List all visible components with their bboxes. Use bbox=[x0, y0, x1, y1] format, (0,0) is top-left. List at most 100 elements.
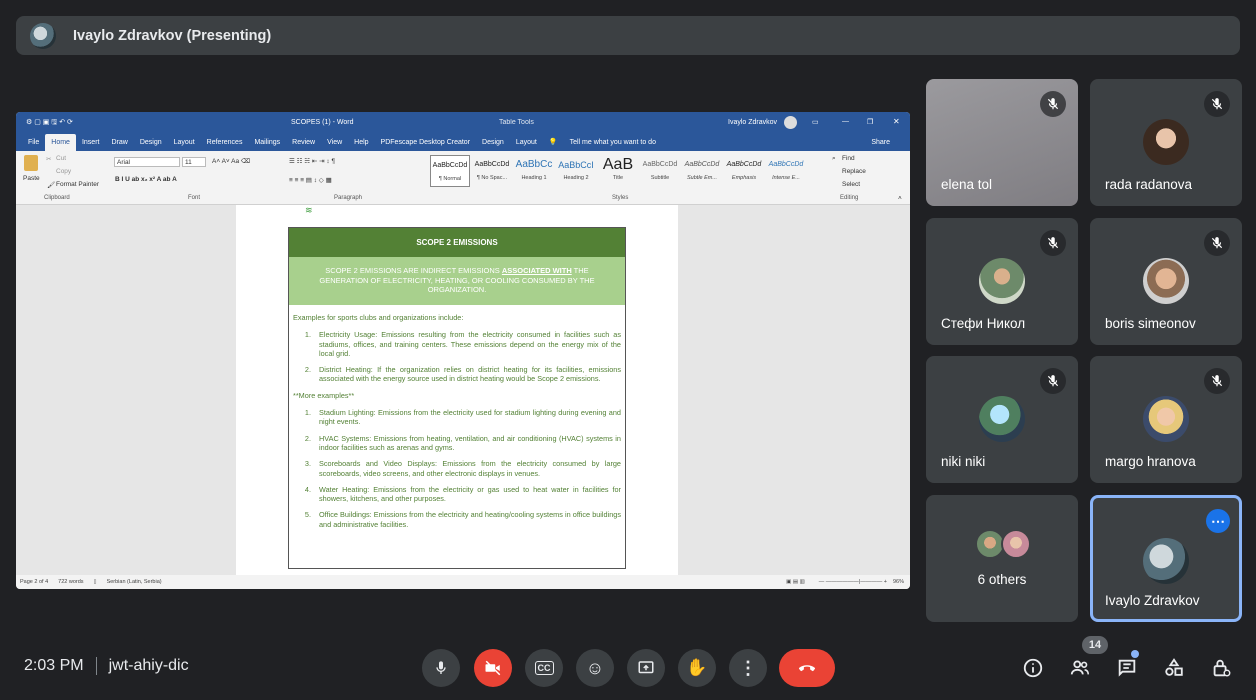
font-name-select[interactable]: Arial bbox=[114, 157, 180, 167]
scope2-table[interactable]: SCOPE 2 EMISSIONS SCOPE 2 EMISSIONS ARE … bbox=[288, 227, 626, 569]
font-size-select[interactable]: 11 bbox=[182, 157, 206, 167]
leave-call-button[interactable] bbox=[779, 649, 835, 687]
paragraph-group-label: Paragraph bbox=[334, 195, 363, 201]
meeting-time: 2:03 PM bbox=[24, 657, 84, 674]
style-heading-2[interactable]: AaBbCcI Heading 2 bbox=[556, 155, 596, 187]
status-zoom[interactable]: 96% bbox=[893, 579, 904, 585]
style-emphasis[interactable]: AaBbCcDd Emphasis bbox=[724, 155, 764, 187]
tab-file[interactable]: File bbox=[22, 134, 45, 151]
document-area: ≋ SCOPE 2 EMISSIONS SCOPE 2 EMISSIONS AR… bbox=[16, 205, 910, 575]
participant-tile[interactable]: rada radanova bbox=[1090, 79, 1242, 206]
ribbon-display-icon[interactable]: ▭ bbox=[812, 118, 819, 126]
status-page[interactable]: Page 2 of 4 bbox=[20, 579, 48, 585]
self-tile[interactable]: ⋯ Ivaylo Zdravkov bbox=[1090, 495, 1242, 622]
people-icon bbox=[1070, 660, 1090, 675]
list-icons[interactable]: ☰ ☷ ☵ ⇤ ⇥ ↕ ¶ bbox=[289, 157, 335, 165]
status-words[interactable]: 722 words bbox=[58, 579, 83, 585]
align-icons[interactable]: ≡ ≡ ≡ ▤ ↕ ◇ ▦ bbox=[289, 176, 332, 184]
copy-button[interactable]: Copy bbox=[56, 168, 71, 175]
others-tile[interactable]: 6 others bbox=[926, 495, 1078, 622]
meeting-info: 2:03 PM jwt-ahiy-dic bbox=[24, 657, 189, 675]
participant-tile[interactable]: niki niki bbox=[926, 356, 1078, 483]
participant-tile[interactable]: margo hranova bbox=[1090, 356, 1242, 483]
tab-home[interactable]: Home bbox=[45, 134, 76, 151]
document-page[interactable]: ≋ SCOPE 2 EMISSIONS SCOPE 2 EMISSIONS AR… bbox=[236, 205, 678, 575]
paste-button[interactable]: Paste bbox=[23, 175, 40, 182]
tab-layout[interactable]: Layout bbox=[168, 134, 201, 151]
chat-button[interactable] bbox=[1111, 652, 1143, 684]
style-title[interactable]: AaB Title bbox=[598, 155, 638, 187]
tab-view[interactable]: View bbox=[321, 134, 348, 151]
share-button[interactable]: Share bbox=[865, 134, 896, 151]
view-mode-icons[interactable]: ▣ ▤ ▥ bbox=[786, 579, 805, 585]
participant-tile[interactable]: Стефи Никол bbox=[926, 218, 1078, 345]
tab-draw[interactable]: Draw bbox=[105, 134, 133, 151]
word-user: Ivaylo Zdravkov bbox=[728, 119, 778, 126]
tab-table-layout[interactable]: Layout bbox=[510, 134, 543, 151]
mic-off-icon bbox=[1040, 230, 1066, 256]
cut-button[interactable]: Cut bbox=[56, 155, 66, 162]
close-icon[interactable]: ✕ bbox=[893, 117, 900, 126]
format-painter-icon[interactable]: 🖌 bbox=[47, 181, 55, 189]
style-heading-1[interactable]: AaBbCc Heading 1 bbox=[514, 155, 554, 187]
minimize-icon[interactable]: — bbox=[842, 118, 849, 125]
tab-design[interactable]: Design bbox=[134, 134, 168, 151]
tell-me-input[interactable]: Tell me what you want to do bbox=[564, 134, 662, 151]
style-subtle-emphasis[interactable]: AaBbCcDd Subtle Em... bbox=[682, 155, 722, 187]
style-subtitle[interactable]: AaBbCcDd Subtitle bbox=[640, 155, 680, 187]
activities-icon bbox=[1165, 658, 1183, 676]
chat-icon bbox=[1118, 659, 1136, 677]
tab-review[interactable]: Review bbox=[286, 134, 321, 151]
status-language[interactable]: Serbian (Latin, Serbia) bbox=[107, 579, 162, 585]
style-no-spacing[interactable]: AaBbCcDd ¶ No Spac... bbox=[472, 155, 512, 187]
style-intense-emphasis[interactable]: AaBbCcDd Intense E... bbox=[766, 155, 806, 187]
meeting-details-button[interactable] bbox=[1017, 652, 1049, 684]
people-button[interactable] bbox=[1064, 652, 1096, 684]
style-normal[interactable]: AaBbCcDd ¶ Normal bbox=[430, 155, 470, 187]
select-button[interactable]: Select bbox=[842, 181, 860, 188]
find-button[interactable]: Find bbox=[842, 155, 855, 162]
tab-references[interactable]: References bbox=[201, 134, 249, 151]
microphone-button[interactable] bbox=[422, 649, 460, 687]
restore-icon[interactable]: ❐ bbox=[867, 118, 873, 126]
tab-insert[interactable]: Insert bbox=[76, 134, 106, 151]
participant-tile[interactable]: boris simeonov bbox=[1090, 218, 1242, 345]
find-icon[interactable]: ⌕ bbox=[832, 155, 836, 163]
font-grow-shrink-icon[interactable]: A˄ A˅ Aa ⌫ bbox=[212, 157, 250, 165]
participant-tile[interactable]: elena tol bbox=[926, 79, 1078, 206]
participant-name: Ivaylo Zdravkov bbox=[1105, 593, 1200, 608]
replace-button[interactable]: Replace bbox=[842, 168, 866, 175]
tab-mailings[interactable]: Mailings bbox=[248, 134, 286, 151]
tab-pdfescape[interactable]: PDFescape Desktop Creator bbox=[375, 134, 476, 151]
collapse-ribbon-icon[interactable]: ˄ bbox=[898, 195, 902, 202]
others-count: 6 others bbox=[977, 572, 1027, 587]
camera-button[interactable] bbox=[474, 649, 512, 687]
proofing-icon[interactable]: ▯ bbox=[94, 579, 97, 585]
raise-hand-button[interactable]: ✋ bbox=[678, 649, 716, 687]
styles-group-label: Styles bbox=[612, 195, 629, 201]
font-format-icons[interactable]: B I U ab x₂ x² A ab A bbox=[115, 176, 177, 183]
tab-help[interactable]: Help bbox=[348, 134, 374, 151]
zoom-slider[interactable]: — ——————|———— + bbox=[819, 579, 887, 585]
avatar bbox=[1143, 258, 1189, 304]
tab-table-design[interactable]: Design bbox=[476, 134, 510, 151]
presenter-name: Ivaylo Zdravkov (Presenting) bbox=[73, 27, 272, 44]
captions-button[interactable]: CC bbox=[525, 649, 563, 687]
more-options-icon[interactable]: ⋯ bbox=[1206, 509, 1230, 533]
paste-icon[interactable] bbox=[24, 155, 38, 171]
participant-name: margo hranova bbox=[1105, 454, 1196, 469]
host-controls-button[interactable] bbox=[1205, 652, 1237, 684]
activities-button[interactable] bbox=[1158, 652, 1190, 684]
divider bbox=[95, 657, 97, 675]
lightbulb-icon: 💡 bbox=[548, 139, 558, 146]
present-button[interactable] bbox=[627, 649, 665, 687]
reactions-button[interactable]: ☺ bbox=[576, 649, 614, 687]
scissors-icon[interactable]: ✂ bbox=[46, 155, 51, 163]
more-options-button[interactable]: ⋮ bbox=[729, 649, 767, 687]
mic-off-icon bbox=[1204, 368, 1230, 394]
present-icon bbox=[638, 661, 654, 674]
participant-name: rada radanova bbox=[1105, 177, 1193, 192]
avatar bbox=[1143, 119, 1189, 165]
format-painter-button[interactable]: Format Painter bbox=[56, 181, 99, 188]
list-item: 2. District Heating: If the organization … bbox=[304, 365, 621, 384]
